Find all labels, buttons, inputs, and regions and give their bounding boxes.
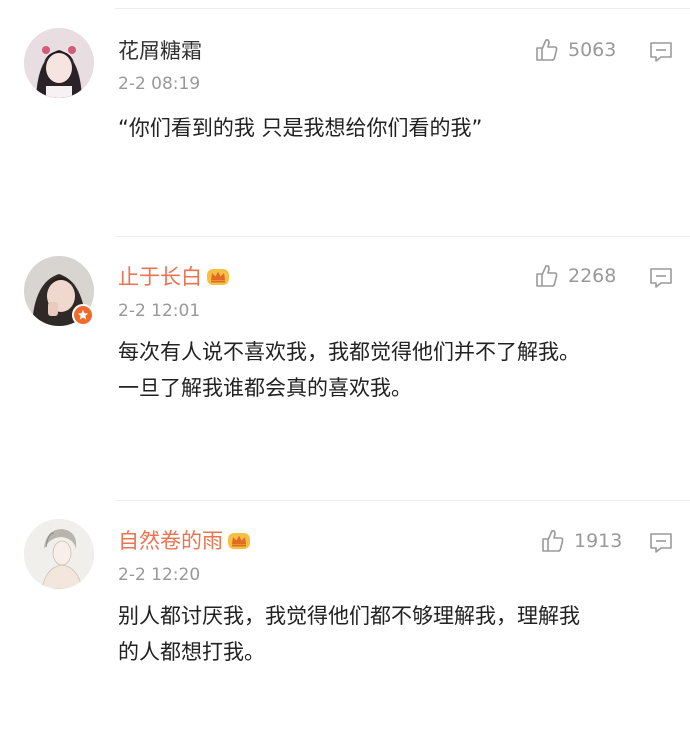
like-count: 1913 xyxy=(574,530,623,552)
username[interactable]: 止于长白 xyxy=(118,264,230,290)
vip-crown-icon xyxy=(228,533,250,549)
username[interactable]: 花屑糖霜 xyxy=(118,38,202,64)
comment-item: 花屑糖霜 2-2 08:19 5063 “你们看到的我 只是我想给你们看的我” xyxy=(0,0,690,236)
comment-item: 自然卷的雨 2-2 12:20 1913 别人都讨厌我，我觉得他们都不够理解我，… xyxy=(0,500,690,755)
like-count: 5063 xyxy=(568,39,617,61)
like-button[interactable]: 2268 xyxy=(534,263,616,289)
comment-text: 每次有人说不喜欢我，我都觉得他们并不了解我。 一旦了解我谁都会真的喜欢我。 xyxy=(118,340,580,400)
like-button[interactable]: 1913 xyxy=(540,528,622,554)
vip-crown-icon xyxy=(207,269,229,285)
like-count: 2268 xyxy=(568,265,617,287)
verified-badge xyxy=(72,304,94,326)
username-label: 自然卷的雨 xyxy=(118,529,223,553)
thumbs-up-icon xyxy=(536,265,558,287)
comment-item: 止于长白 2-2 12:01 2268 每次有人说不喜欢我，我都觉得他们并不了解… xyxy=(0,236,690,500)
avatar-image xyxy=(24,519,94,589)
comment-icon[interactable] xyxy=(649,267,673,289)
timestamp: 2-2 08:19 xyxy=(118,74,201,94)
timestamp: 2-2 12:01 xyxy=(118,301,201,321)
star-icon xyxy=(77,309,89,320)
comment-text: 别人都讨厌我，我觉得他们都不够理解我，理解我 的人都想打我。 xyxy=(118,604,580,664)
comment-text: “你们看到的我 只是我想给你们看的我” xyxy=(118,116,483,140)
thumbs-up-icon xyxy=(536,39,558,61)
username-label: 止于长白 xyxy=(118,265,202,289)
thumbs-up-icon xyxy=(542,530,564,552)
timestamp: 2-2 12:20 xyxy=(118,565,201,585)
avatar-image xyxy=(24,28,94,98)
avatar[interactable] xyxy=(24,519,94,589)
comment-icon[interactable] xyxy=(649,41,673,63)
comment-icon[interactable] xyxy=(649,532,673,554)
like-button[interactable]: 5063 xyxy=(534,37,616,63)
avatar[interactable] xyxy=(24,28,94,98)
username[interactable]: 自然卷的雨 xyxy=(118,528,251,554)
